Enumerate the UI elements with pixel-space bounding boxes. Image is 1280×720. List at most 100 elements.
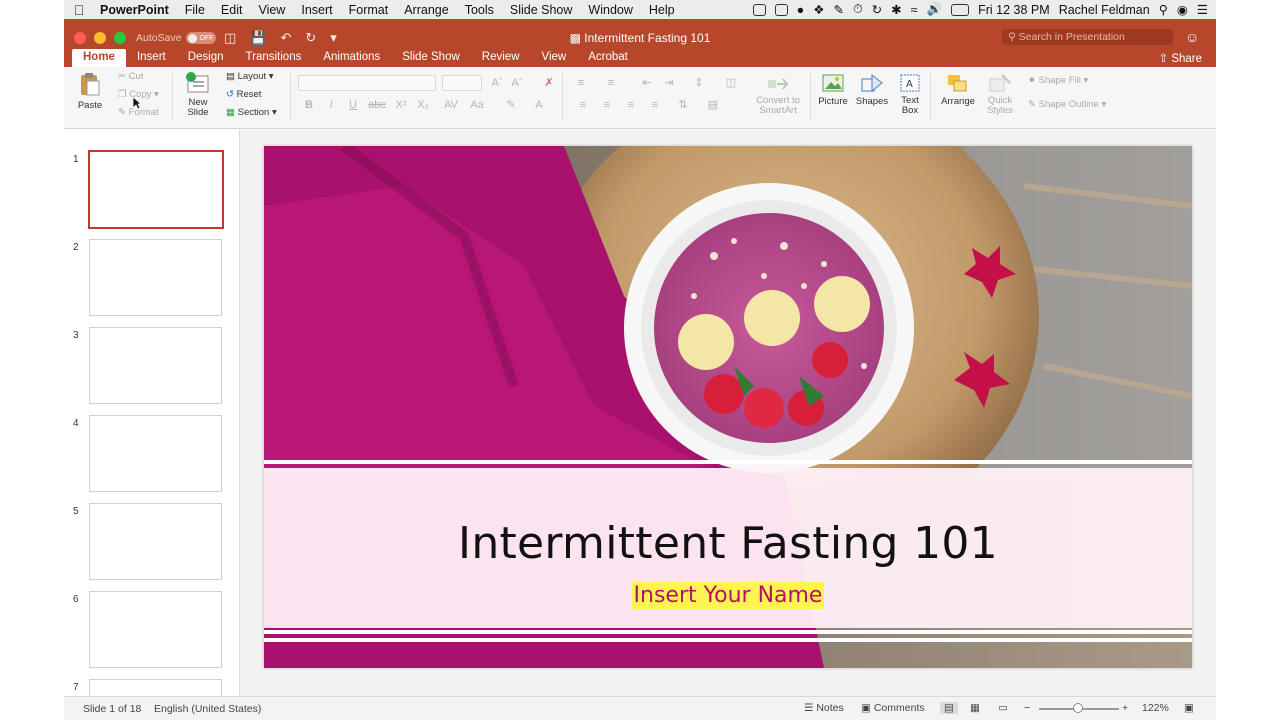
normal-view-icon[interactable]: ▤ [940,702,958,714]
menu-arrange[interactable]: Arrange [404,3,448,17]
bullets-icon[interactable]: ≡ [572,75,590,91]
notes-button[interactable]: ☰ Notes [804,702,844,714]
tab-home[interactable]: Home [72,49,126,67]
slide-thumbnail-image[interactable] [89,679,222,696]
tab-acrobat[interactable]: Acrobat [577,49,639,67]
evernote-icon[interactable]: ✎ [833,2,843,17]
highlight-icon[interactable]: ✎ [502,97,520,113]
menu-window[interactable]: Window [588,3,632,17]
tab-design[interactable]: Design [177,49,235,67]
menu-view[interactable]: View [258,3,285,17]
increase-font-size-icon[interactable]: Aˆ [488,75,506,91]
menu-file[interactable]: File [185,3,205,17]
justify-icon[interactable]: ≡ [646,97,664,113]
reset-button[interactable]: ↺ Reset [226,89,296,100]
slide-subtitle-text[interactable]: Insert Your Name [631,582,825,609]
share-button[interactable]: ⇧ Share [1158,51,1202,65]
spotlight-search-icon[interactable]: ⚲ [1159,2,1168,17]
menu-tools[interactable]: Tools [465,3,494,17]
current-slide[interactable]: Intermittent Fasting 101 Insert Your Nam… [264,146,1192,668]
apple-menu-icon[interactable]:  [64,2,94,18]
slide-thumbnail-image[interactable] [89,415,222,492]
menu-edit[interactable]: Edit [221,3,243,17]
tab-slide-show[interactable]: Slide Show [391,49,471,67]
layout-button[interactable]: ▤ Layout ▾ [226,71,296,82]
decrease-font-size-icon[interactable]: Aˇ [508,75,526,91]
section-button[interactable]: ▦ Section ▾ [226,107,296,118]
character-spacing-icon[interactable]: AV [442,97,460,113]
text-box-button[interactable]: A Text Box [896,73,924,116]
strikethrough-icon[interactable]: abc [368,97,386,113]
menu-format[interactable]: Format [349,3,389,17]
underline-icon[interactable]: U [344,97,362,113]
superscript-icon[interactable]: X² [392,97,410,113]
slide-thumbnail-image[interactable] [88,150,224,229]
copy-button[interactable]: ❐ Copy ▾ [118,89,178,100]
clock[interactable]: Fri 12 38 PM [978,3,1050,17]
backup-icon[interactable]: ⏱ [853,2,863,17]
zoom-out-icon[interactable]: − [1024,702,1030,714]
slide-thumbnail-image[interactable] [89,239,222,316]
siri-icon[interactable]: ◉ [1177,2,1188,17]
font-color-icon[interactable]: A [530,97,548,113]
picture-button[interactable]: Picture [816,73,850,107]
fit-to-window-icon[interactable]: ▣ [1184,702,1194,714]
align-left-icon[interactable]: ≡ [574,97,592,113]
cut-button[interactable]: ✂ Cut [118,71,178,82]
tab-insert[interactable]: Insert [126,49,177,67]
search-presentation-input[interactable]: ⚲ Search in Presentation [1002,29,1173,45]
zoom-level[interactable]: 122% [1142,702,1169,714]
shape-outline-button[interactable]: ✎ Shape Outline ▾ [1028,99,1138,110]
align-center-icon[interactable]: ≡ [598,97,616,113]
subscript-icon[interactable]: X₂ [414,97,432,113]
shape-fill-button[interactable]: ⚫ Shape Fill ▾ [1028,75,1138,86]
italic-icon[interactable]: I [322,97,340,113]
columns-icon[interactable]: ◫ [722,75,740,91]
dropbox-icon[interactable]: ❖ [813,2,824,17]
clear-formatting-icon[interactable]: ✗ [540,75,558,91]
notification-center-icon[interactable]: ☰ [1197,2,1208,17]
comments-button[interactable]: ▣ Comments [861,702,925,714]
change-case-icon[interactable]: Aa [468,97,486,113]
quick-styles-button[interactable]: Quick Styles [982,73,1018,116]
decrease-indent-icon[interactable]: ⇤ [638,75,656,91]
language-indicator[interactable]: English (United States) [154,703,261,715]
shapes-button[interactable]: Shapes [854,73,890,107]
app-menu[interactable]: PowerPoint [100,3,169,17]
tab-animations[interactable]: Animations [312,49,391,67]
font-name-dropdown[interactable] [298,75,436,91]
text-direction-icon[interactable]: ⇅ [674,97,692,113]
menu-insert[interactable]: Insert [301,3,332,17]
menu-help[interactable]: Help [649,3,675,17]
slide-thumbnail-image[interactable] [89,327,222,404]
user-menu[interactable]: Rachel Feldman [1059,3,1150,17]
slide-thumbnail-image[interactable] [89,591,222,668]
increase-indent-icon[interactable]: ⇥ [660,75,678,91]
zoom-slider-thumb[interactable] [1073,703,1083,713]
convert-to-smartart-button[interactable]: Convert to SmartArt [750,75,806,116]
reading-view-icon[interactable]: ▭ [998,702,1008,714]
volume-icon[interactable]: 🔊 [927,2,943,17]
slide-thumbnail-image[interactable] [89,503,222,580]
feedback-smiley-icon[interactable]: ☺ [1185,29,1199,45]
slide-subtitle[interactable]: Insert Your Name [264,582,1192,609]
arrange-button[interactable]: Arrange [938,73,978,107]
battery-icon[interactable] [951,3,970,16]
paste-button[interactable]: Paste [74,71,106,111]
align-text-icon[interactable]: ▤ [704,97,722,113]
slide-title-text[interactable]: Intermittent Fasting 101 [264,518,1192,569]
camera-icon[interactable] [774,3,788,16]
format-painter-button[interactable]: ✎ Format [118,107,178,118]
numbering-icon[interactable]: ≡ [602,75,620,91]
wifi-icon[interactable]: ≈ [911,3,918,17]
bluetooth-icon[interactable]: ✱ [891,2,901,17]
align-right-icon[interactable]: ≡ [622,97,640,113]
menu-slide-show[interactable]: Slide Show [510,3,573,17]
bold-icon[interactable]: B [300,97,318,113]
record-icon[interactable]: ● [797,3,805,17]
tab-review[interactable]: Review [471,49,531,67]
tab-transitions[interactable]: Transitions [235,49,313,67]
font-size-dropdown[interactable] [442,75,482,91]
new-slide-button[interactable]: New Slide [180,71,216,118]
notification-icon[interactable] [752,3,766,16]
